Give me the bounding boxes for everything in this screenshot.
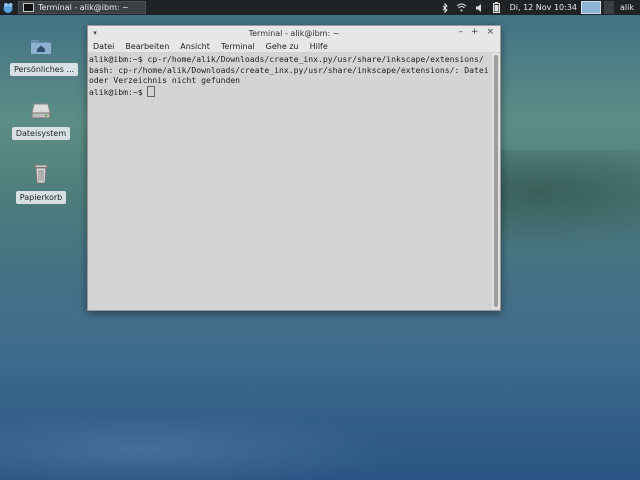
battery-icon[interactable] <box>492 2 500 13</box>
terminal-window: ▾ Terminal - alik@ibm: ~ – + × Datei Bea… <box>87 25 501 311</box>
terminal-icon <box>23 3 34 12</box>
taskbar-terminal-label: Terminal - alik@ibm: ~ <box>38 3 129 12</box>
home-folder-icon <box>31 40 51 54</box>
menu-terminal[interactable]: Terminal <box>221 42 255 51</box>
vertical-scrollbar[interactable] <box>492 53 500 309</box>
menu-bar: Datei Bearbeiten Ansicht Terminal Gehe z… <box>88 40 500 52</box>
terminal-line: alik@ibm:~$ cp-r/home/alik/Downloads/cre… <box>89 54 484 64</box>
bluetooth-icon[interactable] <box>442 2 448 13</box>
top-panel: Terminal - alik@ibm: ~ Di, 12 Nov 10:34 … <box>0 0 640 15</box>
terminal-prompt-line: alik@ibm:~$ <box>89 85 491 98</box>
window-title: Terminal - alik@ibm: ~ <box>248 28 340 38</box>
desktop-icon-label: Dateisystem <box>11 127 71 140</box>
trash-icon <box>34 164 48 184</box>
close-button[interactable]: × <box>486 27 494 37</box>
workspace-switcher[interactable] <box>581 1 602 14</box>
taskbar-terminal-button[interactable]: Terminal - alik@ibm: ~ <box>18 1 146 14</box>
panel-separator <box>604 1 615 14</box>
user-menu[interactable]: alik <box>620 3 634 12</box>
text-cursor <box>147 85 156 97</box>
desktop-icon-label: Persönliches ... <box>10 63 79 76</box>
menu-gehe-zu[interactable]: Gehe zu <box>266 42 299 51</box>
whisker-menu-button[interactable] <box>0 0 15 15</box>
clock[interactable]: Di, 12 Nov 10:34 <box>510 3 577 12</box>
scrollbar-thumb[interactable] <box>494 55 498 307</box>
minimize-button[interactable]: – <box>458 27 463 37</box>
desktop-icon-label: Papierkorb <box>15 191 67 204</box>
terminal-line: bash: cp-r/home/alik/Downloads/create_in… <box>89 64 489 86</box>
menu-datei[interactable]: Datei <box>93 42 114 51</box>
xfce-mouse-icon <box>3 2 12 13</box>
terminal-prompt: alik@ibm:~$ <box>89 86 148 97</box>
desktop-icon-home[interactable]: Persönliches ... <box>10 34 79 76</box>
drive-icon <box>31 103 51 119</box>
desktop-icon-filesystem[interactable]: Dateisystem <box>10 98 72 140</box>
terminal-output[interactable]: alik@ibm:~$ cp-r/home/alik/Downloads/cre… <box>88 53 492 309</box>
desktop-icon-trash[interactable]: Papierkorb <box>10 162 72 204</box>
system-tray <box>442 2 506 13</box>
window-titlebar[interactable]: ▾ Terminal - alik@ibm: ~ – + × <box>88 26 500 40</box>
wifi-icon[interactable] <box>456 3 467 12</box>
maximize-button[interactable]: + <box>471 27 479 37</box>
menu-ansicht[interactable]: Ansicht <box>180 42 210 51</box>
menu-hilfe[interactable]: Hilfe <box>310 42 328 51</box>
menu-bearbeiten[interactable]: Bearbeiten <box>125 42 169 51</box>
volume-icon[interactable] <box>475 3 485 13</box>
